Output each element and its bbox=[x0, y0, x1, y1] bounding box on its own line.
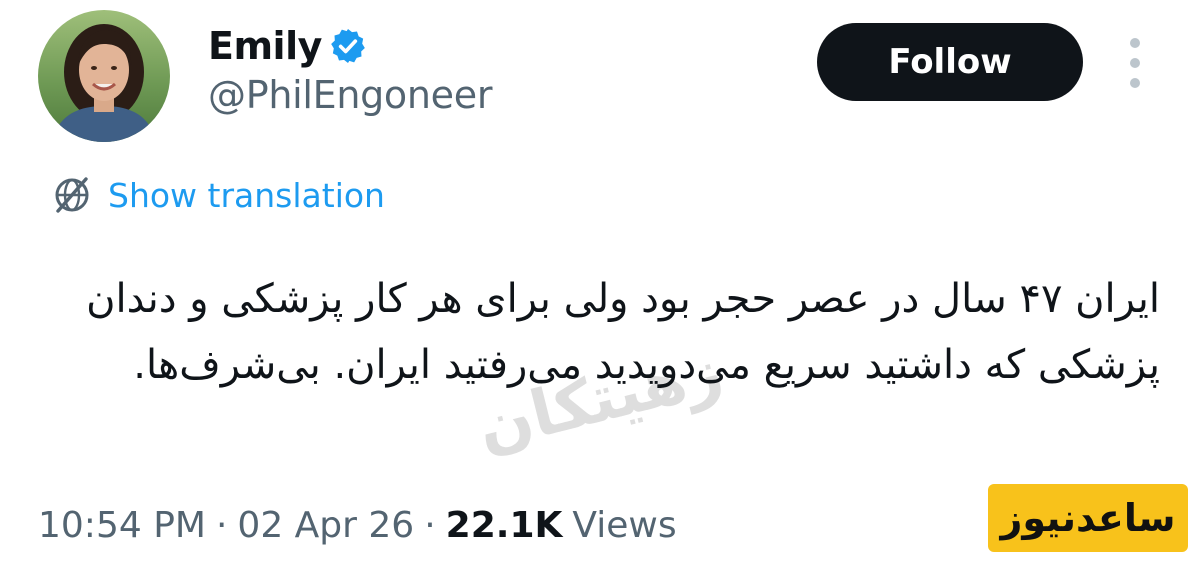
verified-badge-icon bbox=[331, 29, 365, 63]
author-name-row[interactable]: Emily bbox=[208, 20, 368, 72]
follow-button[interactable]: Follow bbox=[817, 23, 1083, 101]
more-vertical-icon[interactable] bbox=[1118, 38, 1152, 88]
show-translation-link[interactable]: Show translation bbox=[50, 172, 385, 218]
tweet-meta: 10:54 PM · 02 Apr 26 · 22.1K Views bbox=[38, 500, 677, 550]
meta-separator: · bbox=[215, 504, 228, 546]
views-label: Views bbox=[572, 504, 677, 546]
site-logo: ساعدنیوز bbox=[988, 484, 1188, 552]
show-translation-label: Show translation bbox=[108, 175, 385, 215]
translate-globe-icon bbox=[55, 177, 89, 213]
avatar[interactable] bbox=[38, 10, 170, 142]
views-count[interactable]: 22.1K bbox=[446, 505, 563, 546]
profile-photo-icon bbox=[38, 10, 170, 142]
tweet-time[interactable]: 10:54 PM bbox=[38, 505, 206, 546]
more-dot bbox=[1130, 58, 1140, 68]
display-name[interactable]: Emily bbox=[208, 27, 322, 65]
more-dot bbox=[1130, 78, 1140, 88]
more-dot bbox=[1130, 38, 1140, 48]
tweet-text: ایران ۴۷ سال در عصر حجر بود ولی برای هر … bbox=[86, 276, 1160, 388]
meta-separator: · bbox=[424, 504, 436, 546]
author-handle[interactable]: @PhilEngoneer bbox=[208, 76, 492, 114]
tweet-card: Emily @PhilEngoneer Follow Show translat… bbox=[0, 0, 1200, 564]
tweet-date[interactable]: 02 Apr 26 bbox=[237, 505, 414, 546]
